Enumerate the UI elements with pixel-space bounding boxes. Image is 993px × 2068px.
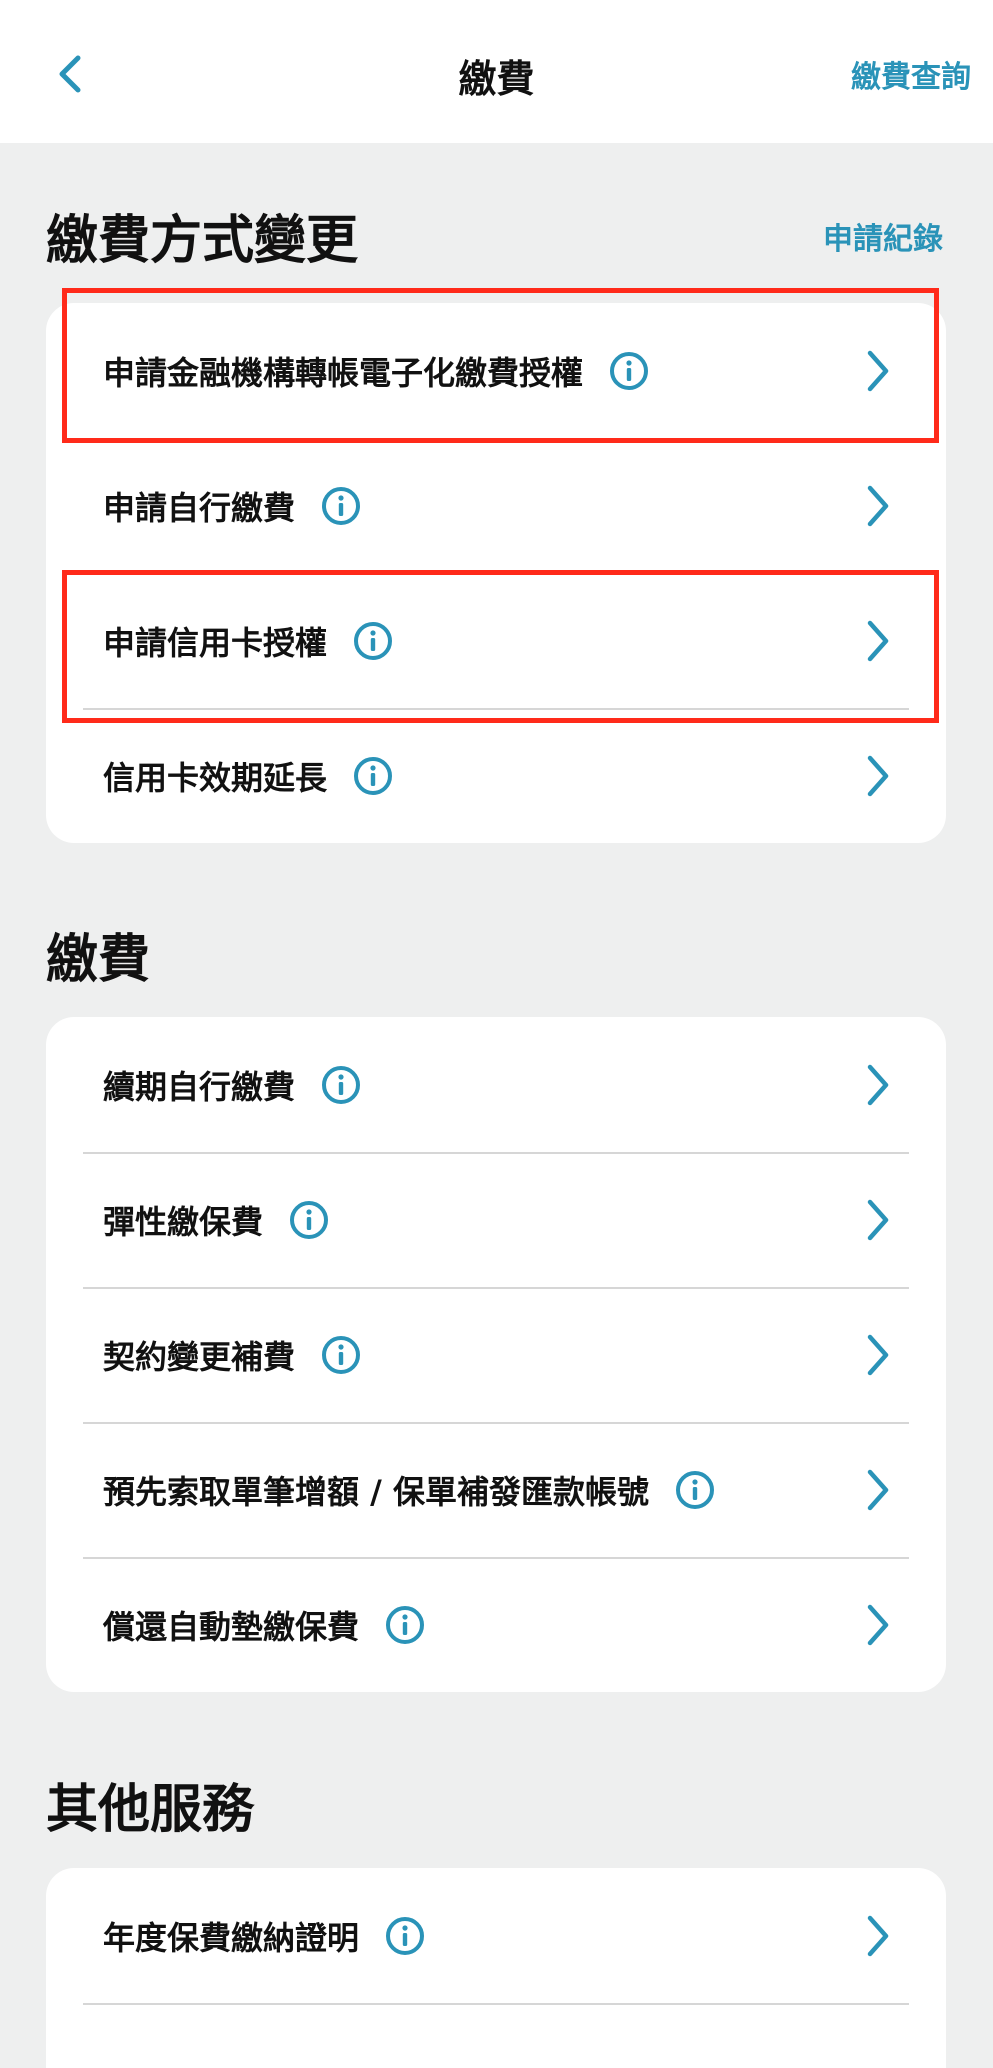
list-item-label: 申請信用卡授權: [103, 623, 328, 662]
chevron-right-icon: [867, 755, 889, 796]
info-icon[interactable]: [609, 351, 649, 391]
list-item-credit-card-expiry-extension[interactable]: 信用卡效期延長: [46, 708, 946, 843]
info-icon[interactable]: [385, 1605, 425, 1645]
list-item-annual-premium-certificate[interactable]: 年度保費繳納證明: [46, 1868, 946, 2003]
list-item-label: 契約變更補費: [103, 1337, 296, 1376]
chevron-right-icon: [867, 620, 889, 661]
info-icon[interactable]: [289, 1200, 329, 1240]
list-item-label: 續期自行繳費: [103, 1067, 296, 1106]
chevron-right-icon: [867, 1334, 889, 1375]
divider: [83, 2003, 909, 2005]
payment-card: 續期自行繳費 彈性繳保費 契約變更補費 預先索取單筆增額 / 保單補發匯款帳號 …: [46, 1017, 946, 1692]
info-icon[interactable]: [321, 486, 361, 526]
list-item-label: 年度保費繳納證明: [103, 1918, 360, 1957]
chevron-right-icon: [867, 1915, 889, 1956]
info-icon[interactable]: [353, 756, 393, 796]
info-icon[interactable]: [675, 1470, 715, 1510]
top-bar: 繳費 繳費查詢: [0, 0, 993, 143]
list-item-label: 償還自動墊繳保費: [103, 1607, 360, 1646]
list-item-label: 信用卡效期延長: [103, 758, 328, 797]
info-icon[interactable]: [385, 1916, 425, 1956]
section-title-payment-method-change: 繳費方式變更: [46, 211, 359, 271]
list-item-self-payment[interactable]: 申請自行繳費: [46, 438, 946, 573]
list-item-label: 申請自行繳費: [103, 488, 296, 527]
list-item-flexible-premium[interactable]: 彈性繳保費: [46, 1152, 946, 1287]
info-icon[interactable]: [321, 1335, 361, 1375]
list-item-label: 預先索取單筆增額 / 保單補發匯款帳號: [103, 1472, 649, 1511]
chevron-right-icon: [867, 485, 889, 526]
application-record-link[interactable]: 申請紀錄: [823, 214, 943, 258]
payment-method-card: 申請金融機構轉帳電子化繳費授權 申請自行繳費 申請信用卡授權 信用卡效期延長: [46, 303, 946, 843]
other-services-card: 年度保費繳納證明: [46, 1868, 946, 2068]
info-icon[interactable]: [353, 621, 393, 661]
chevron-right-icon: [867, 1199, 889, 1240]
list-item-credit-card-authorization[interactable]: 申請信用卡授權: [46, 573, 946, 708]
chevron-right-icon: [867, 350, 889, 391]
chevron-right-icon: [867, 1604, 889, 1645]
info-icon[interactable]: [321, 1065, 361, 1105]
payment-inquiry-link[interactable]: 繳費查詢: [851, 52, 971, 96]
chevron-right-icon: [867, 1064, 889, 1105]
list-item-repay-automatic-premium-loan[interactable]: 償還自動墊繳保費: [46, 1557, 946, 1692]
list-item-bank-transfer-authorization[interactable]: 申請金融機構轉帳電子化繳費授權: [46, 303, 946, 438]
list-item-remittance-account-request[interactable]: 預先索取單筆增額 / 保單補發匯款帳號: [46, 1422, 946, 1557]
list-item-label: 申請金融機構轉帳電子化繳費授權: [103, 353, 584, 392]
list-item-contract-change-payment[interactable]: 契約變更補費: [46, 1287, 946, 1422]
list-item-label: 彈性繳保費: [103, 1202, 264, 1241]
section-title-other-services: 其他服務: [46, 1780, 255, 1840]
section-title-payment: 繳費: [46, 930, 151, 990]
page-title: 繳費: [458, 57, 535, 101]
list-item-renewal-self-payment[interactable]: 續期自行繳費: [46, 1017, 946, 1152]
chevron-right-icon: [867, 1469, 889, 1510]
